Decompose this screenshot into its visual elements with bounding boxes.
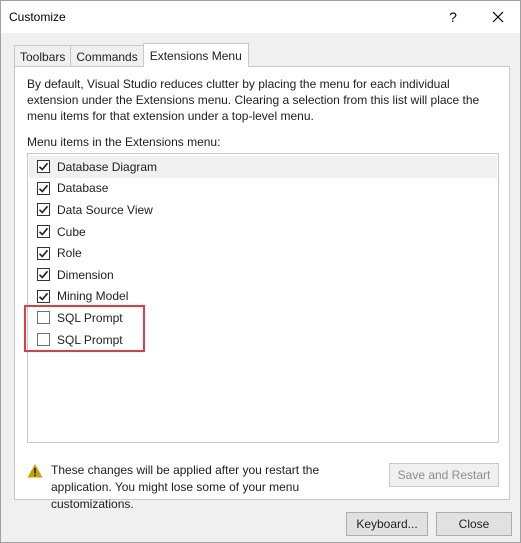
keyboard-button[interactable]: Keyboard... — [346, 512, 428, 536]
restart-warning-text: These changes will be applied after you … — [51, 463, 320, 511]
list-item-label: Mining Model — [57, 289, 129, 304]
list-item-label: Database — [57, 181, 109, 196]
checkmark-icon — [38, 227, 49, 236]
help-button[interactable]: ? — [431, 1, 475, 33]
save-and-restart-button[interactable]: Save and Restart — [389, 463, 499, 487]
tab-strip: Toolbars Commands Extensions Menu — [14, 43, 249, 67]
highlight-annotation — [24, 305, 145, 352]
list-item[interactable]: Role — [29, 242, 497, 264]
checkmark-icon — [38, 249, 49, 258]
list-item-checkbox[interactable] — [37, 289, 50, 303]
list-item-checkbox[interactable] — [37, 225, 50, 239]
list-item[interactable]: Database — [29, 178, 497, 200]
list-item-checkbox[interactable] — [37, 181, 50, 195]
list-item[interactable]: Mining Model — [29, 286, 497, 308]
close-icon — [492, 11, 504, 23]
extensions-menu-panel: By default, Visual Studio reduces clutte… — [14, 66, 510, 511]
list-item-label: Role — [57, 246, 82, 261]
checkmark-icon — [38, 292, 49, 301]
tab-toolbars[interactable]: Toolbars — [14, 45, 72, 67]
list-item-checkbox[interactable] — [37, 268, 50, 282]
list-item[interactable]: Cube — [29, 221, 497, 243]
list-item-checkbox[interactable] — [37, 203, 50, 217]
tab-extensions-menu[interactable]: Extensions Menu — [142, 43, 249, 67]
checkmark-icon — [38, 206, 49, 215]
help-icon: ? — [449, 9, 457, 25]
description-text: By default, Visual Studio reduces clutte… — [27, 77, 480, 123]
list-label: Menu items in the Extensions menu: — [27, 135, 221, 149]
menu-items-listbox[interactable]: Database Diagram Database Data Source View… — [27, 153, 499, 443]
close-button[interactable]: Close — [436, 512, 512, 536]
window-title: Customize — [9, 10, 66, 24]
list-item-label: Data Source View — [57, 202, 153, 217]
list-item[interactable]: Database Diagram — [29, 156, 497, 178]
customize-dialog: Customize ? Toolbars Commands Extensions… — [0, 0, 521, 543]
window-close-button[interactable] — [476, 1, 520, 33]
list-item-label: Cube — [57, 224, 86, 239]
list-item-label: Dimension — [57, 267, 114, 282]
warning-icon — [27, 464, 43, 478]
list-item-checkbox[interactable] — [37, 246, 50, 260]
checkmark-icon — [38, 271, 49, 279]
checkmark-icon — [38, 184, 49, 193]
list-item-label: Database Diagram — [57, 159, 158, 174]
list-item[interactable]: Data Source View — [29, 199, 497, 221]
list-item[interactable]: Dimension — [29, 264, 497, 286]
tab-commands[interactable]: Commands — [70, 45, 144, 67]
checkmark-icon — [38, 163, 49, 171]
list-item-checkbox[interactable] — [37, 160, 50, 174]
title-bar: Customize ? — [1, 1, 520, 33]
